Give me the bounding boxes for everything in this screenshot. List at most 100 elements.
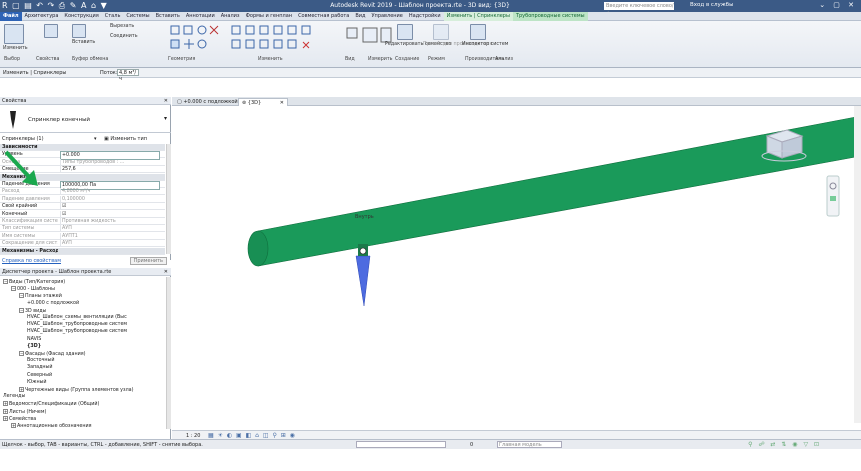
type-selector[interactable]: Спринклер конечный ▾	[0, 105, 171, 133]
browser-node[interactable]: Легенды	[3, 394, 25, 400]
properties-scrollbar[interactable]	[166, 144, 171, 254]
browser-node[interactable]: HVAC_Шаблон_трубопроводные систем	[27, 329, 127, 335]
expand-icon[interactable]: +	[19, 387, 24, 392]
properties-help-link[interactable]: Справка по свойствам	[2, 258, 61, 264]
browser-node-label: Фасады (Фасад здания)	[25, 352, 86, 357]
browser-node[interactable]: + Аннотационные обозначения	[11, 423, 91, 430]
cut-label[interactable]: Вырезать	[110, 24, 134, 29]
connector-grip-icon[interactable]	[359, 247, 367, 255]
search-input[interactable]: Введите ключевое слово/фразу	[604, 2, 674, 17]
zoom-icon[interactable]	[830, 196, 836, 201]
expand-icon[interactable]: +	[3, 415, 8, 421]
ribbon-tab[interactable]: Совместная работа	[295, 12, 352, 21]
chevron-down-icon[interactable]: ▾	[164, 115, 167, 122]
ribbon-tab[interactable]: Файл	[0, 12, 22, 21]
close-icon[interactable]: ✕	[164, 268, 168, 276]
paste-button[interactable]	[72, 24, 86, 38]
modify-button[interactable]	[4, 24, 24, 44]
property-row[interactable]: Тип системы АУП	[0, 225, 165, 233]
property-value[interactable]: ☑	[60, 203, 160, 211]
view-control-icons[interactable]: ▦ ☀ ◐ ▣ ◧ ⌂ ◫ ⚲ ⊞ ◉	[208, 432, 296, 439]
expand-icon[interactable]: +	[11, 423, 16, 428]
sprinkler-element[interactable]	[355, 255, 371, 307]
browser-node[interactable]: Западный	[27, 365, 52, 371]
browser-node[interactable]: Южный	[27, 380, 47, 386]
viewport-scrollbar[interactable]	[854, 106, 861, 423]
dropdown-arrow-icon[interactable]: ▾	[94, 135, 97, 143]
ribbon-tab[interactable]: Изменить | Спринклеры	[443, 12, 513, 21]
tab-floor-plan[interactable]: ▢ +0.000 с подложкой	[174, 98, 241, 106]
browser-scrollbar[interactable]	[166, 277, 171, 429]
browser-node[interactable]: HVAC_Шаблон_трубопроводные систем	[27, 322, 127, 328]
browser-node[interactable]: HVAC_Шаблон_схемы_вентиляции (Выс	[27, 315, 127, 321]
window-controls[interactable]: ⌄ ▢ ✕	[819, 1, 857, 9]
ribbon-tab[interactable]: Системы	[123, 12, 152, 21]
browser-node[interactable]: − Планы этажей	[19, 293, 62, 300]
ribbon-tab[interactable]: Аннотации	[183, 12, 218, 21]
browser-node[interactable]: + Семейства	[3, 415, 36, 423]
instance-filter[interactable]: Спринклеры (1) ▾ ▣ Изменить тип	[0, 135, 171, 143]
collapse-icon[interactable]: −	[11, 286, 16, 292]
browser-node[interactable]: −3D виды	[19, 307, 46, 315]
quick-access-toolbar[interactable]: R ▢ ▤ ↶ ↷ ⎙ ✎ A ⌂ ▼	[2, 1, 108, 11]
design-option-select[interactable]: Главная модель	[497, 441, 562, 448]
browser-node[interactable]: {3D}	[27, 344, 41, 350]
ribbon-tab[interactable]: Вставить	[153, 12, 183, 21]
property-category[interactable]: Механизмы - Расход	[0, 247, 165, 255]
tab-3d-view[interactable]: ⊚ {3D} ✕	[238, 98, 288, 106]
view-measure-tools[interactable]	[345, 24, 393, 52]
browser-node[interactable]: Восточный	[27, 358, 54, 364]
apply-button[interactable]: Применить	[129, 257, 167, 265]
browser-node[interactable]: + Листы (Ничем)	[3, 408, 46, 416]
browser-node[interactable]: + Чертежные виды (Группа элементов узла)	[19, 387, 133, 394]
browser-node-label: NAVIS	[27, 336, 42, 342]
ribbon-tab[interactable]: Сталь	[102, 12, 124, 21]
browser-node[interactable]: +0.000 с подложкой	[27, 301, 79, 307]
ribbon-tab[interactable]: Управление	[369, 12, 406, 21]
ribbon-tab[interactable]: Формы и генплан	[243, 12, 295, 21]
edit-family-button[interactable]	[397, 24, 413, 40]
property-row[interactable]: Имя системы АУПТ1	[0, 232, 165, 240]
ribbon-tab[interactable]: Анализ	[218, 12, 243, 21]
collapse-icon[interactable]: −	[19, 351, 24, 356]
property-value[interactable]: ☑	[60, 210, 160, 218]
browser-node[interactable]: − Виды (Тип/Категория)	[3, 279, 65, 286]
pipe-end[interactable]	[247, 230, 269, 267]
browser-node[interactable]: Северный	[27, 373, 52, 379]
properties-button[interactable]	[44, 24, 58, 38]
ribbon-tab[interactable]: Конструкция	[61, 12, 101, 21]
join-label[interactable]: Соединить	[110, 34, 138, 39]
collapse-icon[interactable]: −	[3, 279, 8, 284]
property-value[interactable]: 257,6	[60, 166, 160, 174]
close-icon[interactable]: ✕	[164, 97, 168, 105]
property-name: Свой крайний	[2, 204, 38, 210]
browser-node[interactable]: − Фасады (Фасад здания)	[19, 351, 85, 358]
collapse-icon[interactable]: −	[19, 307, 24, 313]
browser-node[interactable]: −000 - Шаблоны	[11, 286, 55, 293]
ribbon-tab[interactable]: Вид	[352, 12, 368, 21]
property-row[interactable]: Свой крайний ☑	[0, 203, 165, 211]
manufacturer-button[interactable]	[433, 24, 449, 40]
browser-node[interactable]: NAVIS	[27, 337, 41, 343]
property-row[interactable]: Конечный ☑	[0, 210, 165, 218]
expand-icon[interactable]: +	[3, 408, 8, 414]
browser-node[interactable]: + Ведомости/Спецификации (Общий)	[3, 401, 99, 408]
edit-type-button[interactable]: ▣ Изменить тип	[104, 135, 147, 143]
property-row[interactable]: Сокращение для сист... АУП	[0, 240, 165, 248]
flow-input[interactable]: 4,8 м³/ч	[117, 69, 139, 82]
geometry-tools[interactable]	[170, 24, 230, 52]
expand-icon[interactable]: +	[3, 401, 8, 407]
property-row[interactable]: Падение давления 0,100000	[0, 195, 165, 203]
ribbon-tab[interactable]: Трубопроводные системы	[512, 12, 588, 21]
ribbon-tab[interactable]: Архитектура	[22, 12, 62, 21]
system-inspector-button[interactable]	[470, 24, 486, 40]
property-row[interactable]: Классификация системыПротивная жидкость	[0, 218, 165, 225]
collapse-icon[interactable]: −	[19, 293, 24, 299]
workset-select[interactable]	[356, 441, 446, 448]
3d-viewport[interactable]: Внутрь	[172, 106, 861, 423]
selection-filter-icons[interactable]: ⚲ ☍ ⇄ ⇅ ◉ ▽ ⊡	[748, 441, 821, 448]
ribbon-tab[interactable]: Надстройки	[406, 12, 444, 21]
sign-in-link[interactable]: Вход в службы	[690, 2, 733, 8]
model-canvas[interactable]: Внутрь	[172, 106, 861, 423]
modify-tools[interactable]	[230, 24, 340, 52]
